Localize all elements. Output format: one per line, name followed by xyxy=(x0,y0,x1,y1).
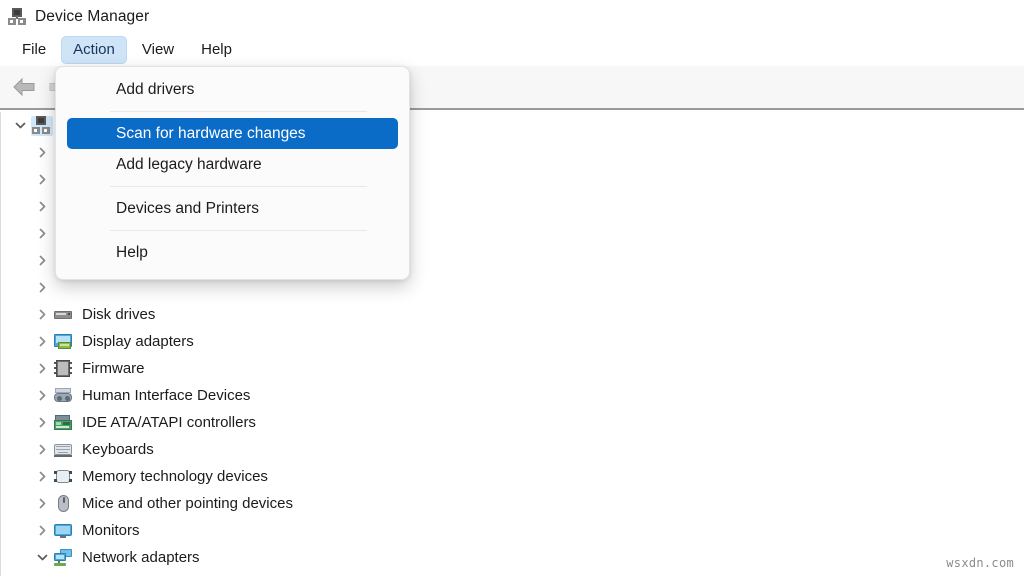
back-arrow-icon[interactable] xyxy=(8,72,42,102)
menu-separator xyxy=(110,186,367,187)
menu-separator xyxy=(110,111,367,112)
memory-chip-icon xyxy=(53,467,75,487)
firmware-icon xyxy=(53,359,75,379)
chevron-right-icon[interactable] xyxy=(31,525,53,536)
tree-row-label: IDE ATA/ATAPI controllers xyxy=(82,413,256,431)
tree-row-label: Keyboards xyxy=(82,440,154,458)
menu-item-add-drivers[interactable]: Add drivers xyxy=(62,74,403,105)
menu-item-devices-and-printers[interactable]: Devices and Printers xyxy=(62,193,403,224)
monitor-icon xyxy=(53,521,75,541)
tree-row-label: Network adapters xyxy=(82,548,200,566)
menu-item-help[interactable]: Help xyxy=(62,237,403,268)
tree-row-label: Display adapters xyxy=(82,332,194,350)
chevron-right-icon[interactable] xyxy=(31,444,53,455)
chevron-right-icon[interactable] xyxy=(31,309,53,320)
chevron-right-icon[interactable] xyxy=(31,471,53,482)
tree-row-memory-technology-devices[interactable]: Memory technology devices xyxy=(1,463,1024,490)
tree-row-label: Mice and other pointing devices xyxy=(82,494,293,512)
tree-row-keyboards[interactable]: Keyboards xyxy=(1,436,1024,463)
watermark: wsxdn.com xyxy=(946,556,1014,570)
menu-bar: File Action View Help xyxy=(0,33,1024,66)
display-adapter-icon xyxy=(53,332,75,352)
gamepad-icon xyxy=(53,386,75,406)
menubar-item-action[interactable]: Action xyxy=(61,35,127,64)
chevron-right-icon[interactable] xyxy=(31,363,53,374)
tree-row-label: Monitors xyxy=(82,521,140,539)
chevron-right-icon[interactable] xyxy=(31,147,53,158)
chevron-right-icon[interactable] xyxy=(31,336,53,347)
disk-drive-icon xyxy=(53,305,75,325)
menubar-item-view[interactable]: View xyxy=(130,36,186,64)
chevron-right-icon[interactable] xyxy=(31,498,53,509)
tree-row-mice[interactable]: Mice and other pointing devices xyxy=(1,490,1024,517)
tree-row-display-adapters[interactable]: Display adapters xyxy=(1,328,1024,355)
ide-controller-icon xyxy=(53,413,75,433)
chevron-down-icon[interactable] xyxy=(9,120,31,131)
mouse-icon xyxy=(53,494,75,514)
keyboard-icon xyxy=(53,440,75,460)
tree-row-label: Firmware xyxy=(82,359,145,377)
tree-row-bluetooth-device[interactable]: Bluetooth Device (Personal Area Network) xyxy=(1,571,1024,576)
tree-row-human-interface-devices[interactable]: Human Interface Devices xyxy=(1,382,1024,409)
tree-row-label: Disk drives xyxy=(82,305,156,323)
tree-row-disk-drives[interactable]: Disk drives xyxy=(1,301,1024,328)
chevron-right-icon[interactable] xyxy=(31,174,53,185)
tree-row-firmware[interactable]: Firmware xyxy=(1,355,1024,382)
menu-separator xyxy=(110,230,367,231)
tree-row-monitors[interactable]: Monitors xyxy=(1,517,1024,544)
chevron-right-icon[interactable] xyxy=(31,201,53,212)
device-manager-icon xyxy=(8,7,26,26)
chevron-right-icon[interactable] xyxy=(31,282,53,293)
chevron-right-icon[interactable] xyxy=(31,255,53,266)
menu-item-add-legacy-hardware[interactable]: Add legacy hardware xyxy=(62,149,403,180)
menubar-item-help[interactable]: Help xyxy=(189,36,244,64)
tree-row-label: Human Interface Devices xyxy=(82,386,251,404)
action-menu-dropdown[interactable]: Add drivers Scan for hardware changes Ad… xyxy=(55,66,410,280)
chevron-right-icon[interactable] xyxy=(31,390,53,401)
menubar-item-file[interactable]: File xyxy=(10,36,58,64)
menu-item-scan-for-hardware-changes[interactable]: Scan for hardware changes xyxy=(67,118,398,149)
chevron-right-icon[interactable] xyxy=(31,417,53,428)
tree-row-network-adapters[interactable]: Network adapters xyxy=(1,544,1024,571)
title-bar: Device Manager xyxy=(0,0,1024,33)
tree-row-label: Memory technology devices xyxy=(82,467,268,485)
window-title: Device Manager xyxy=(35,7,150,25)
chevron-down-icon[interactable] xyxy=(31,552,53,563)
computer-icon xyxy=(31,115,53,136)
chevron-right-icon[interactable] xyxy=(31,228,53,239)
tree-row-ide-controllers[interactable]: IDE ATA/ATAPI controllers xyxy=(1,409,1024,436)
network-adapter-icon xyxy=(53,548,75,568)
